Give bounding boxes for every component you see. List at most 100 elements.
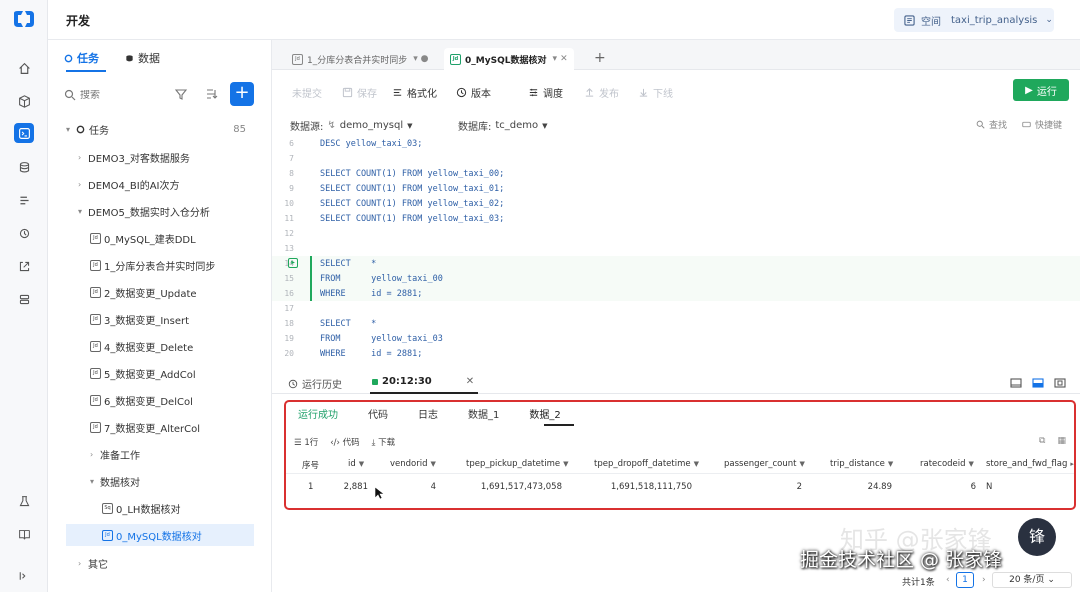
tree-root[interactable]: ▾ 任务 85: [66, 118, 266, 140]
column-header[interactable]: ratecodeid ▼: [920, 459, 974, 469]
column-header[interactable]: tpep_pickup_datetime ▼: [466, 459, 569, 469]
workspace-selector[interactable]: 空间 taxi_trip_analysis ⌄: [894, 8, 1054, 32]
tab-menu-icon[interactable]: ▾ ●: [413, 54, 428, 64]
tree-item-selected[interactable]: Jd 0_MySQL数据核对: [66, 524, 254, 546]
home-icon[interactable]: [14, 58, 34, 78]
chevron-right-icon: ›: [78, 152, 82, 162]
view-code-button[interactable]: ‹/› 代码: [330, 436, 359, 448]
pager-prev-icon[interactable]: ‹: [946, 575, 950, 585]
result-tools: ☰ 1行 ‹/› 代码 ⤓ 下载: [294, 436, 395, 448]
tree-folder[interactable]: ▾ DEMO5_数据实时入仓分析: [78, 200, 258, 222]
chevron-right-icon: ›: [78, 179, 82, 189]
database-icon[interactable]: [14, 157, 34, 177]
shortcut-button[interactable]: 快捷键: [1022, 118, 1062, 131]
list-icon[interactable]: [14, 190, 34, 210]
editor-tab-active[interactable]: Jd 0_MySQL数据核对 ▾ ✕: [444, 48, 574, 70]
column-header[interactable]: passenger_count ▼: [724, 459, 805, 469]
monitor-icon[interactable]: [14, 223, 34, 243]
tree-item[interactable]: Jd 3_数据变更_Insert: [90, 308, 189, 330]
page-size-select[interactable]: 20 条/页 ⌄: [992, 572, 1072, 588]
tab-data[interactable]: 数据: [125, 50, 160, 66]
download-button[interactable]: ⤓ 下载: [372, 436, 395, 448]
pager-next-icon[interactable]: ›: [982, 575, 986, 585]
save-button[interactable]: 保存: [342, 85, 377, 100]
export-icon[interactable]: [14, 256, 34, 276]
copy-icon[interactable]: ⧉: [1039, 436, 1045, 446]
close-icon[interactable]: ✕: [466, 376, 474, 387]
search-box[interactable]: [64, 84, 254, 106]
offline-button[interactable]: 下线: [638, 85, 673, 100]
layout-bottom-icon[interactable]: [1032, 377, 1044, 389]
chevron-right-icon: ›: [78, 558, 82, 568]
tab-code[interactable]: 代码: [368, 406, 388, 421]
sort-icon: ▼: [799, 460, 805, 468]
add-tab-button[interactable]: +: [594, 50, 606, 66]
tree-folder[interactable]: › DEMO4_BI的AI次方: [78, 173, 258, 195]
develop-icon[interactable]: [14, 123, 34, 143]
tab-log[interactable]: 日志: [418, 406, 438, 421]
code-line: 14 SELECT *: [272, 256, 1080, 271]
tab-tasks[interactable]: 任务: [64, 50, 99, 66]
tree-item[interactable]: Jd 0_MySQL_建表DDL: [90, 227, 196, 249]
editor-tab[interactable]: Jd 1_分库分表合并实时同步 ▾ ●: [286, 48, 434, 70]
tree-item[interactable]: Jd 6_数据变更_DelCol: [90, 389, 193, 411]
cube-icon[interactable]: [14, 91, 34, 111]
table-cell: 24.89: [867, 482, 892, 492]
run-result-tab[interactable]: 20:12:30 ✕: [372, 376, 474, 387]
book-icon[interactable]: [14, 524, 34, 544]
column-header[interactable]: store_and_fwd_flag ▸: [986, 459, 1074, 469]
tree-item[interactable]: Jd 5_数据变更_AddCol: [90, 362, 196, 384]
tree-folder[interactable]: › 准备工作: [90, 443, 250, 465]
tree-item[interactable]: Jd 2_数据变更_Update: [90, 281, 197, 303]
pager-total: 共计1条: [902, 578, 935, 588]
column-header[interactable]: tpep_dropoff_datetime ▼: [594, 459, 699, 469]
find-button[interactable]: 查找: [976, 118, 1007, 131]
tab-close-icon[interactable]: ▾ ✕: [552, 54, 567, 64]
version-button[interactable]: 版本: [456, 85, 491, 100]
filter-icon[interactable]: [174, 87, 188, 101]
tree-item[interactable]: Jd 7_数据变更_AlterCol: [90, 416, 200, 438]
sort-icon[interactable]: [204, 87, 218, 101]
publish-button[interactable]: 发布: [584, 85, 619, 100]
tab-data-2[interactable]: 数据_2: [529, 406, 560, 421]
collapse-icon[interactable]: [14, 566, 34, 586]
tree-item-label: 6_数据变更_DelCol: [104, 396, 193, 408]
code-editor[interactable]: 6 DESC yellow_taxi_03; 7 8 SELECT COUNT(1)…: [272, 136, 1080, 372]
table-cell: 2: [796, 482, 802, 492]
fullscreen-icon[interactable]: [1054, 377, 1066, 389]
tab-data-1[interactable]: 数据_1: [468, 406, 499, 421]
search-input[interactable]: [80, 89, 160, 101]
tree-folder[interactable]: › DEMO3_对客数据服务: [78, 146, 258, 168]
run-button[interactable]: ▶ 运行: [1013, 79, 1069, 101]
pager-current-page[interactable]: 1: [956, 572, 974, 588]
column-header[interactable]: 序号: [302, 459, 319, 471]
run-block-icon[interactable]: ▶: [288, 258, 298, 268]
tree-item[interactable]: Jd 1_分库分表合并实时同步: [90, 254, 215, 276]
tab-success[interactable]: 运行成功: [298, 406, 338, 421]
tree-folder[interactable]: ▾ 数据核对: [90, 470, 250, 492]
result-tabs: 运行成功 代码 日志 数据_1 数据_2: [298, 406, 591, 421]
tree-folder[interactable]: › 其它: [78, 552, 258, 574]
layout-left-icon[interactable]: [1010, 377, 1022, 389]
sql-file-icon: Jd: [90, 313, 101, 325]
server-icon[interactable]: [14, 289, 34, 309]
column-header[interactable]: vendorid ▼: [390, 459, 436, 469]
grid-icon[interactable]: ▦: [1057, 436, 1066, 446]
schedule-button[interactable]: 调度: [528, 85, 563, 100]
column-header[interactable]: id ▼: [348, 459, 364, 469]
table-row[interactable]: 1 2,881 4 1,691,517,473,058 1,691,518,11…: [286, 476, 1074, 498]
avatar[interactable]: 锋: [1018, 518, 1056, 556]
row-count-button[interactable]: ☰ 1行: [294, 436, 318, 448]
datasource-selector[interactable]: 数据源: ↯ demo_mysql ▼: [290, 118, 413, 133]
database-selector[interactable]: 数据库: tc_demo ▼: [458, 118, 548, 133]
column-header[interactable]: trip_distance ▼: [830, 459, 893, 469]
lab-icon[interactable]: [14, 491, 34, 511]
format-button[interactable]: 格式化: [392, 85, 437, 100]
run-history-tab[interactable]: 运行历史: [288, 376, 342, 391]
history-icon: [456, 87, 467, 98]
sort-icon: ▼: [563, 460, 569, 468]
tab-tasks-label: 任务: [77, 52, 99, 65]
add-task-button[interactable]: +: [230, 82, 254, 106]
tree-item[interactable]: Jd 4_数据变更_Delete: [90, 335, 193, 357]
tree-item[interactable]: Sq 0_LH数据核对: [102, 497, 180, 519]
